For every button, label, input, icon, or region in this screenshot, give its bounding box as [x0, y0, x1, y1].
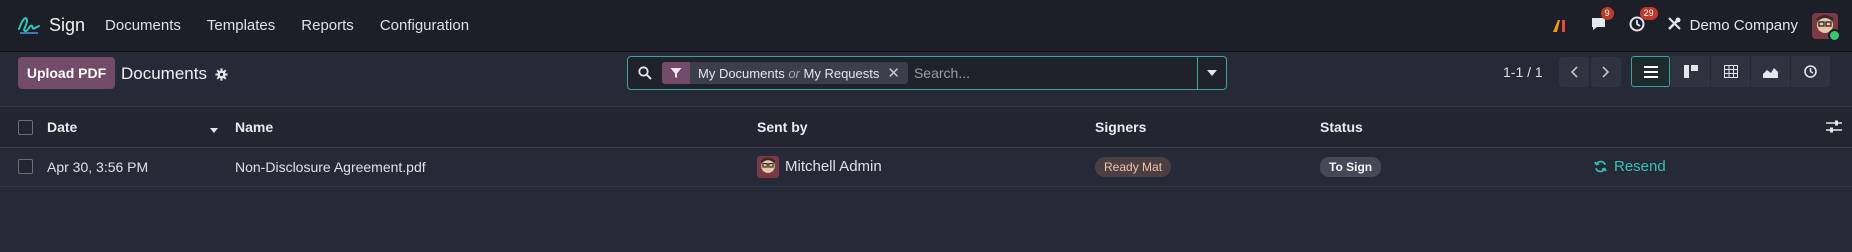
column-settings-icon[interactable]	[1826, 107, 1842, 147]
main-menu: Documents Templates Reports Configuratio…	[105, 17, 495, 34]
systray: 9 29 Demo Company	[1552, 0, 1852, 51]
menu-item-templates[interactable]: Templates	[207, 17, 275, 34]
company-name: Demo Company	[1689, 17, 1798, 34]
pager-value[interactable]: 1-1 / 1	[1503, 64, 1543, 80]
area-chart-icon	[1763, 67, 1778, 78]
search-bar: My Documents or My Requests ✕	[627, 56, 1227, 90]
cell-name: Non-Disclosure Agreement.pdf	[235, 158, 426, 175]
gear-icon[interactable]	[215, 67, 228, 81]
upload-pdf-button[interactable]: Upload PDF	[18, 57, 115, 89]
table-icon	[1723, 65, 1738, 78]
row-checkbox[interactable]	[18, 159, 33, 174]
search-input[interactable]	[907, 64, 1197, 82]
facet-value-my-documents: My Documents	[698, 65, 785, 81]
column-header-sent-by[interactable]: Sent by	[757, 107, 808, 147]
user-avatar[interactable]	[1812, 12, 1841, 42]
filter-icon	[662, 62, 690, 84]
caret-down-icon	[1207, 70, 1217, 76]
menu-item-reports[interactable]: Reports	[301, 17, 354, 34]
breadcrumb: Documents	[121, 64, 228, 84]
page-title: Documents	[121, 64, 207, 83]
filter-facet: My Documents or My Requests ✕	[662, 62, 908, 84]
facet-value-my-requests: My Requests	[803, 65, 880, 81]
facet-or-separator: or	[788, 65, 800, 81]
cell-signers: Ready Mat	[1095, 147, 1172, 186]
view-switcher	[1631, 56, 1831, 87]
pivot-view-button[interactable]	[1711, 56, 1751, 87]
list-header: Date Name Sent by Signers Status	[0, 106, 1852, 148]
company-switcher[interactable]: Demo Company	[1667, 16, 1798, 35]
cell-date: Apr 30, 3:56 PM	[47, 158, 149, 175]
cell-status: To Sign	[1320, 147, 1382, 186]
chevron-right-icon	[1602, 66, 1610, 78]
avatar	[757, 155, 779, 178]
activity-view-button[interactable]	[1791, 56, 1831, 87]
chevron-left-icon	[1570, 66, 1578, 78]
status-badge: To Sign	[1320, 156, 1382, 177]
top-navbar: Sign Documents Templates Reports Configu…	[0, 0, 1852, 52]
online-status-dot	[1828, 28, 1841, 42]
messages-button[interactable]: 9	[1590, 6, 1614, 36]
resend-label: Resend	[1614, 158, 1666, 175]
list-icon	[1643, 65, 1658, 78]
resend-button[interactable]: Resend	[1594, 147, 1666, 186]
activities-count-badge: 29	[1639, 6, 1658, 20]
select-all-checkbox[interactable]	[18, 119, 33, 135]
table-row[interactable]: Apr 30, 3:56 PM Non-Disclosure Agreement…	[0, 147, 1852, 187]
column-header-date[interactable]: Date	[47, 107, 77, 147]
search-options-toggle[interactable]	[1197, 57, 1226, 89]
sent-by-name: Mitchell Admin	[785, 158, 882, 175]
facet-label: My Documents or My Requests	[690, 66, 887, 81]
app-name: Sign	[49, 15, 86, 35]
column-header-status[interactable]: Status	[1320, 107, 1363, 147]
ai-icon[interactable]	[1552, 18, 1568, 34]
tools-icon	[1667, 16, 1682, 35]
app-brand[interactable]: Sign	[17, 12, 85, 40]
list-view-button[interactable]	[1631, 56, 1671, 87]
pager-previous-button[interactable]	[1559, 57, 1589, 87]
refresh-icon	[1594, 160, 1607, 173]
column-header-signers[interactable]: Signers	[1095, 107, 1146, 147]
graph-view-button[interactable]	[1751, 56, 1791, 87]
select-all-checkbox-cell	[18, 107, 33, 147]
kanban-view-button[interactable]	[1671, 56, 1711, 87]
kanban-icon	[1683, 65, 1698, 78]
menu-item-documents[interactable]: Documents	[105, 17, 181, 34]
signer-tag: Ready Mat	[1095, 156, 1172, 177]
activities-button[interactable]: 29	[1629, 6, 1658, 36]
menu-item-configuration[interactable]: Configuration	[380, 17, 469, 34]
pager-next-button[interactable]	[1591, 57, 1621, 87]
messages-count-badge: 9	[1600, 6, 1614, 20]
sign-app-icon	[17, 12, 41, 40]
row-checkbox-cell	[18, 147, 33, 186]
clock-icon	[1804, 65, 1817, 78]
sort-caret-down-icon	[210, 107, 218, 147]
remove-facet-icon[interactable]: ✕	[887, 64, 908, 82]
search-icon	[628, 66, 662, 80]
column-header-name[interactable]: Name	[235, 107, 273, 147]
control-panel: Upload PDF Documents My Documents or My …	[0, 51, 1852, 106]
cell-sent-by: Mitchell Admin	[757, 147, 882, 186]
